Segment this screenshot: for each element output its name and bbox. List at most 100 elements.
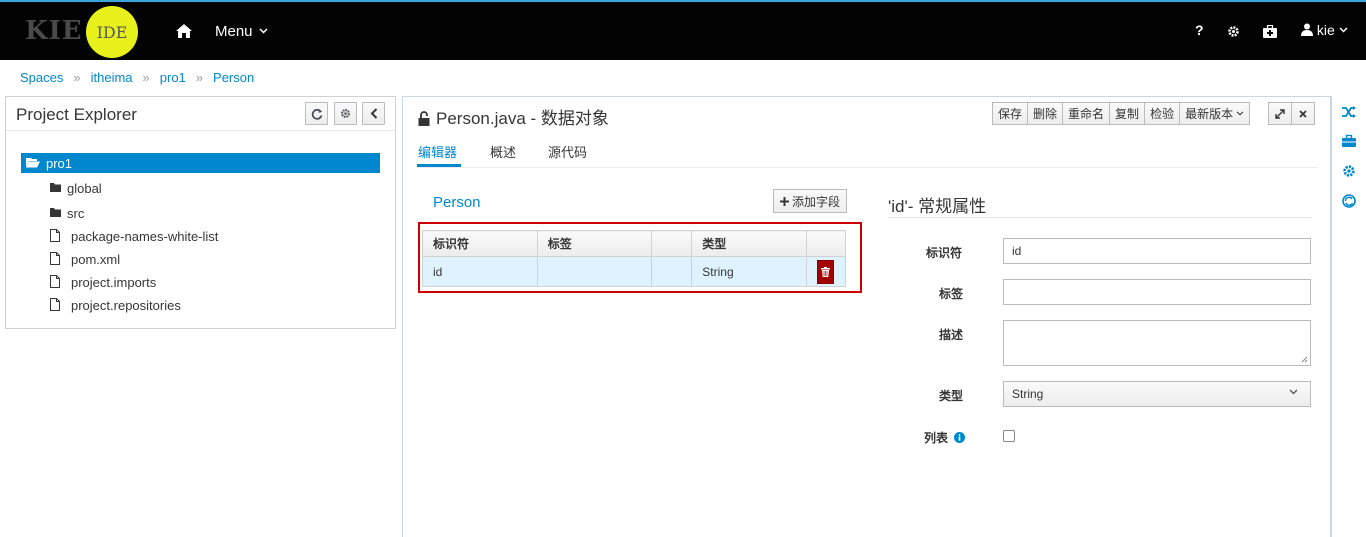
sync-icon[interactable] <box>1342 194 1356 208</box>
type-select[interactable]: String <box>1003 381 1311 407</box>
tab-overview[interactable]: 概述 <box>490 142 516 161</box>
chevron-down-icon <box>1236 111 1244 116</box>
tree-item-label: global <box>67 181 102 196</box>
data-object-name: Person <box>433 194 481 211</box>
breadcrumb-separator: » <box>195 70 204 85</box>
gear-icon[interactable] <box>1342 164 1356 178</box>
list-checkbox[interactable] <box>1003 430 1015 442</box>
breadcrumb-separator: » <box>142 70 150 85</box>
breadcrumb-separator: » <box>73 70 81 85</box>
breadcrumb-space[interactable]: itheima <box>91 70 133 85</box>
editor-toolbar: 保存 删除 重命名 复制 检验 最新版本 <box>992 102 1251 125</box>
refresh-icon <box>311 108 322 120</box>
help-icon[interactable]: ? <box>1195 22 1204 38</box>
gear-icon[interactable] <box>1227 25 1240 38</box>
shuffle-icon[interactable] <box>1342 105 1356 119</box>
user-label: kie <box>1316 22 1335 38</box>
editor-title: Person.java - 数据对象 <box>418 104 609 129</box>
column-header-blank <box>651 230 693 257</box>
breadcrumb: Spaces » itheima » pro1 » Person <box>20 70 254 85</box>
briefcase-icon[interactable] <box>1342 134 1356 148</box>
plus-icon <box>780 196 789 206</box>
tree-item-label: pro1 <box>46 156 73 171</box>
cell-identifier[interactable]: id <box>422 256 538 287</box>
tree-item-label: src <box>67 206 85 221</box>
ide-logo-badge[interactable]: IDE <box>86 6 138 58</box>
settings-button[interactable] <box>334 102 357 125</box>
close-button[interactable] <box>1291 102 1315 125</box>
cell-label[interactable] <box>536 256 653 287</box>
description-textarea[interactable] <box>1003 320 1311 366</box>
folder-open-icon <box>26 158 40 168</box>
editor-title-text: Person.java - 数据对象 <box>436 109 609 128</box>
chevron-down-icon <box>1339 27 1348 33</box>
add-field-button[interactable]: 添加字段 <box>773 189 848 213</box>
folder-icon <box>50 183 61 192</box>
breadcrumb-project[interactable]: pro1 <box>160 70 186 85</box>
delete-button[interactable]: 删除 <box>1027 102 1064 125</box>
add-field-label: 添加字段 <box>792 194 841 209</box>
chevron-down-icon <box>259 28 268 34</box>
column-header-type[interactable]: 类型 <box>691 230 808 257</box>
tree-item-label: pom.xml <box>71 252 121 267</box>
file-icon <box>50 275 60 288</box>
tree-item-label: package-names-white-list <box>71 229 219 244</box>
close-icon <box>1299 109 1307 118</box>
folder-icon <box>50 208 61 217</box>
main-menu-dropdown[interactable]: Menu <box>215 23 268 40</box>
column-header-label[interactable]: 标签 <box>536 230 653 257</box>
lock-open-icon[interactable] <box>418 111 430 126</box>
cell-actions <box>806 256 846 287</box>
user-menu[interactable]: kie <box>1301 22 1348 38</box>
tree-item-root[interactable]: pro1 <box>21 153 380 173</box>
data-object-editor: Person.java - 数据对象 保存 删除 重命名 复制 检验 最新版本 … <box>402 96 1331 537</box>
identifier-input[interactable]: id <box>1003 238 1311 264</box>
collapse-panel-button[interactable] <box>362 102 385 125</box>
properties-divider <box>888 217 1311 218</box>
resize-handle-icon[interactable] <box>1301 356 1308 363</box>
expand-icon <box>1275 108 1285 119</box>
top-navbar: KIE IDE Menu ? kie <box>0 0 1366 60</box>
info-icon[interactable] <box>954 432 966 443</box>
refresh-button[interactable] <box>305 102 328 125</box>
validate-button[interactable]: 检验 <box>1144 102 1181 125</box>
delete-field-button[interactable] <box>817 259 835 284</box>
label-input[interactable] <box>1003 279 1311 305</box>
cell-type[interactable]: String <box>691 256 808 287</box>
cell-blank <box>651 256 693 287</box>
gear-icon <box>341 109 350 118</box>
tabs-divider <box>417 167 1317 168</box>
breadcrumb-asset[interactable]: Person <box>213 70 254 85</box>
column-header-identifier[interactable]: 标识符 <box>422 230 538 257</box>
latest-version-dropdown[interactable]: 最新版本 <box>1179 102 1251 125</box>
properties-title: 'id'- 常规属性 <box>888 197 987 216</box>
tab-editor[interactable]: 编辑器 <box>418 142 457 161</box>
home-icon[interactable] <box>176 24 192 38</box>
description-label: 描述 <box>939 328 964 342</box>
briefcase-icon[interactable] <box>1263 25 1277 38</box>
column-header-actions <box>806 230 846 257</box>
label-label: 标签 <box>939 287 964 301</box>
file-icon <box>50 298 60 311</box>
project-explorer-title: Project Explorer <box>16 105 137 124</box>
identifier-label: 标识符 <box>926 246 963 260</box>
tree-item-label: project.imports <box>71 275 157 290</box>
maximize-button[interactable] <box>1268 102 1292 125</box>
rename-button[interactable]: 重命名 <box>1062 102 1111 125</box>
tab-source[interactable]: 源代码 <box>548 142 587 161</box>
latest-version-label: 最新版本 <box>1185 107 1234 121</box>
kie-logo[interactable]: KIE <box>25 16 83 46</box>
user-icon <box>1301 23 1313 36</box>
window-controls <box>1268 102 1315 125</box>
file-icon <box>50 229 60 242</box>
fields-table: 标识符 标签 类型 id String <box>422 230 846 287</box>
project-explorer-panel: Project Explorer pro1 global src package… <box>5 96 396 329</box>
breadcrumb-spaces[interactable]: Spaces <box>20 70 63 85</box>
copy-button[interactable]: 复制 <box>1109 102 1146 125</box>
file-icon <box>50 252 60 265</box>
chevron-down-icon <box>1289 389 1298 395</box>
table-row[interactable]: id String <box>422 256 846 287</box>
save-button[interactable]: 保存 <box>992 102 1029 125</box>
type-label: 类型 <box>939 389 964 403</box>
trash-icon <box>821 266 831 277</box>
